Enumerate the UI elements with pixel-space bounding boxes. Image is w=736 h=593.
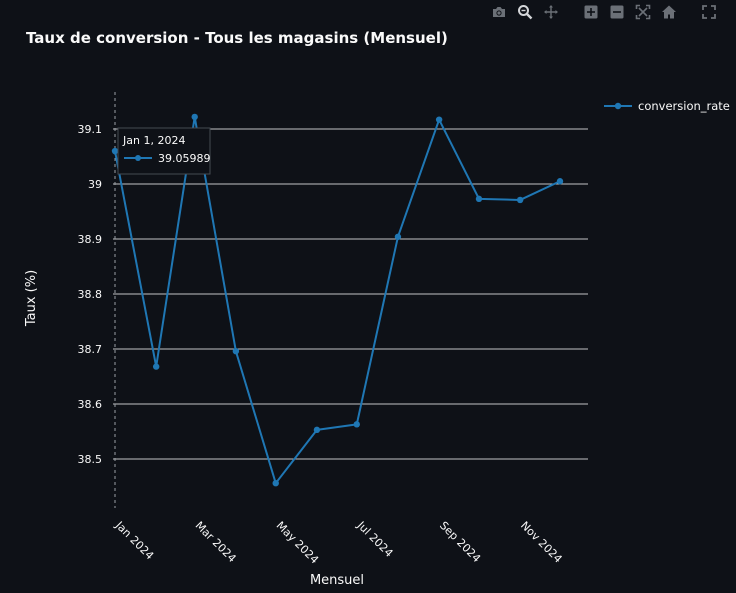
data-point [353, 421, 360, 428]
data-point [435, 116, 443, 123]
x-tick-label: Jul 2024 [354, 518, 396, 560]
x-tick-label: Jan 2024 [112, 518, 156, 562]
data-point [111, 147, 119, 155]
legend-marker-icon [614, 102, 622, 110]
data-point [191, 113, 198, 121]
x-tick-label: Nov 2024 [518, 519, 565, 566]
conversion-rate-chart: Taux de conversion - Tous les magasins (… [24, 29, 730, 588]
x-tick-labels: Jan 2024 Mar 2024 May 2024 Jul 2024 Sep 2024… [112, 518, 565, 566]
tooltip-marker-icon [135, 155, 141, 161]
y-tick-label: 39.1 [78, 123, 103, 136]
y-tick-label: 38.5 [78, 453, 103, 466]
x-axis-title: Mensuel [310, 573, 364, 588]
chart-title: Taux de conversion - Tous les magasins (… [26, 29, 448, 47]
data-point [152, 363, 160, 370]
y-tick-label: 38.8 [78, 288, 103, 301]
tooltip-date: Jan 1, 2024 [122, 134, 185, 147]
x-tick-label: May 2024 [274, 519, 322, 567]
y-tick-label: 39 [88, 178, 102, 191]
y-tick-labels: 38.5 38.6 38.7 38.8 38.9 39 39.1 [78, 123, 103, 466]
y-axis-title: Taux (%) [24, 270, 39, 327]
data-point [232, 348, 240, 355]
legend-label: conversion_rate [638, 99, 730, 113]
y-tick-label: 38.9 [78, 233, 103, 246]
legend[interactable]: conversion_rate [604, 99, 730, 113]
data-point [556, 178, 564, 185]
data-point [516, 196, 524, 204]
data-point [394, 233, 402, 240]
data-point [475, 195, 483, 203]
tooltip-value: 39.05989 [158, 152, 211, 165]
data-point [313, 426, 321, 434]
y-tick-label: 38.6 [78, 398, 103, 411]
x-tick-label: Mar 2024 [193, 519, 239, 565]
y-tick-label: 38.7 [78, 343, 103, 356]
x-tick-label: Sep 2024 [437, 519, 483, 565]
data-point [272, 480, 279, 487]
hover-tooltip: Jan 1, 2024 39.05989 [117, 127, 211, 175]
